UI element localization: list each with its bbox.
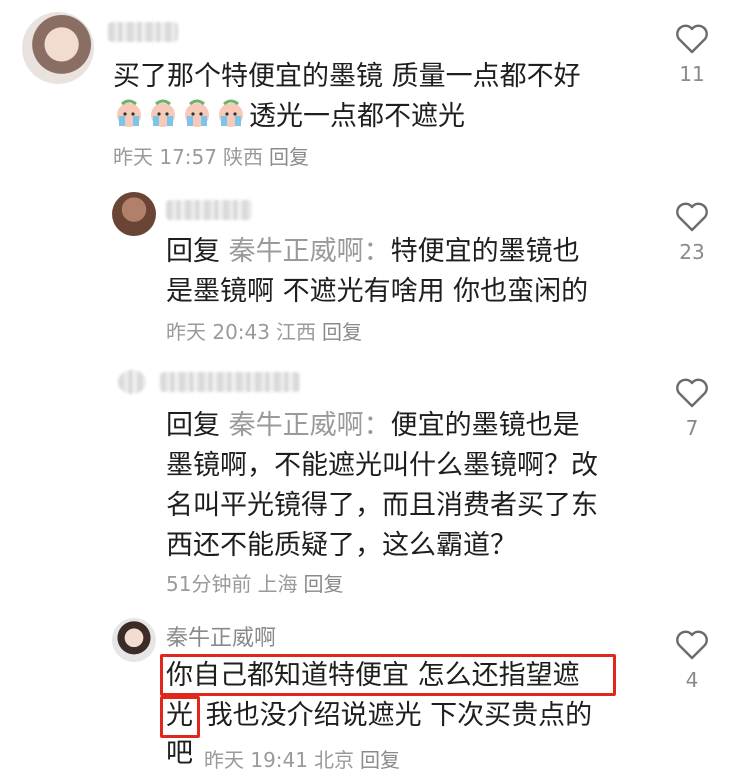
username-blurred[interactable] bbox=[108, 22, 178, 42]
like-count: 7 bbox=[685, 416, 699, 440]
like-button[interactable]: 23 bbox=[672, 202, 712, 264]
avatar[interactable] bbox=[112, 618, 156, 662]
reply-target-user[interactable]: 秦牛正威啊： bbox=[229, 410, 391, 441]
reply-target-user[interactable]: 秦牛正威啊： bbox=[229, 236, 391, 267]
highlight-box-2 bbox=[160, 696, 200, 738]
username-blurred[interactable] bbox=[160, 372, 300, 392]
comment-text-line-2: 是墨镜啊 不遮光有啥用 你也蛮闲的 bbox=[166, 276, 589, 307]
heart-icon bbox=[676, 378, 708, 408]
crying-face-icon bbox=[185, 99, 209, 127]
comment-location: 北京 bbox=[314, 748, 354, 772]
comment-text-line-2: 透光一点都不遮光 bbox=[113, 97, 465, 137]
reply-prefix: 回复 bbox=[166, 410, 220, 441]
avatar[interactable] bbox=[22, 12, 94, 84]
comment-text: 我也没介绍说遮光 下次买贵点的 bbox=[205, 700, 593, 731]
avatar-blurred[interactable] bbox=[118, 370, 146, 394]
comment-1: 买了那个特便宜的墨镜 质量一点都不好 透光一点都不遮光 昨天 17:57 陕西 回复… bbox=[0, 0, 738, 180]
comment-text-line-2: 光 我也没介绍说遮光 下次买贵点的 bbox=[166, 696, 592, 736]
comment-text: 特便宜的墨镜也 bbox=[390, 236, 580, 267]
comment-meta: 51分钟前 上海 回复 bbox=[166, 568, 349, 597]
comment-location: 江西 bbox=[276, 320, 316, 344]
crying-face-icon bbox=[219, 99, 243, 127]
like-button[interactable]: 4 bbox=[672, 630, 712, 692]
comment-time: 51分钟前 bbox=[166, 572, 252, 596]
comment-meta: 昨天 19:41 北京 回复 bbox=[204, 744, 406, 773]
comment-text-line-1: 回复 秦牛正威啊：特便宜的墨镜也 bbox=[166, 232, 580, 272]
like-count: 4 bbox=[685, 668, 699, 692]
comment-3: 回复 秦牛正威啊：便宜的墨镜也是 墨镜啊，不能遮光叫什么墨镜啊？改 名叫平光镜得… bbox=[0, 360, 738, 610]
comment-text: 便宜的墨镜也是 bbox=[390, 410, 580, 441]
comment-location: 上海 bbox=[257, 572, 298, 596]
like-button[interactable]: 11 bbox=[672, 24, 712, 86]
comment-text-line-2: 墨镜啊，不能遮光叫什么墨镜啊？改 bbox=[166, 450, 598, 481]
comment-meta: 昨天 17:57 陕西 回复 bbox=[113, 141, 315, 170]
comment-4: 秦牛正威啊 你自己都知道特便宜 怎么还指望遮 光 我也没介绍说遮光 下次买贵点的… bbox=[0, 612, 738, 776]
avatar[interactable] bbox=[112, 192, 156, 236]
comment-meta: 昨天 20:43 江西 回复 bbox=[166, 316, 368, 345]
comment-time: 昨天 17:57 bbox=[113, 145, 217, 169]
comment-text-line-3: 名叫平光镜得了，而且消费者买了东 bbox=[166, 490, 598, 521]
highlight-box-1 bbox=[160, 654, 616, 696]
reply-button[interactable]: 回复 bbox=[269, 145, 309, 169]
username-blurred[interactable] bbox=[166, 200, 252, 220]
reply-prefix: 回复 bbox=[166, 236, 220, 267]
heart-icon bbox=[676, 24, 708, 54]
crying-face-icon bbox=[151, 99, 175, 127]
heart-icon bbox=[676, 202, 708, 232]
comment-text-line-4: 西还不能质疑了，这么霸道？ bbox=[166, 530, 517, 561]
comment-2: 回复 秦牛正威啊：特便宜的墨镜也 是墨镜啊 不遮光有啥用 你也蛮闲的 昨天 20… bbox=[0, 180, 738, 360]
username[interactable]: 秦牛正威啊 bbox=[166, 620, 276, 652]
crying-face-icon bbox=[117, 99, 141, 127]
comment-text-line-2-text: 透光一点都不遮光 bbox=[249, 101, 465, 132]
like-count: 11 bbox=[679, 62, 705, 86]
comment-location: 陕西 bbox=[223, 145, 263, 169]
comment-text-line-1: 买了那个特便宜的墨镜 质量一点都不好 bbox=[113, 61, 581, 92]
like-button[interactable]: 7 bbox=[672, 378, 712, 440]
comment-time: 昨天 20:43 bbox=[166, 320, 270, 344]
heart-icon bbox=[676, 630, 708, 660]
comment-text-line-1: 回复 秦牛正威啊：便宜的墨镜也是 bbox=[166, 406, 580, 446]
comment-text-line-3: 吧 bbox=[166, 734, 193, 774]
comment-time: 昨天 19:41 bbox=[204, 748, 308, 772]
reply-button[interactable]: 回复 bbox=[360, 748, 400, 772]
reply-button[interactable]: 回复 bbox=[322, 320, 362, 344]
reply-button[interactable]: 回复 bbox=[303, 572, 343, 596]
comment-text: 吧 bbox=[166, 738, 193, 769]
like-count: 23 bbox=[679, 240, 705, 264]
